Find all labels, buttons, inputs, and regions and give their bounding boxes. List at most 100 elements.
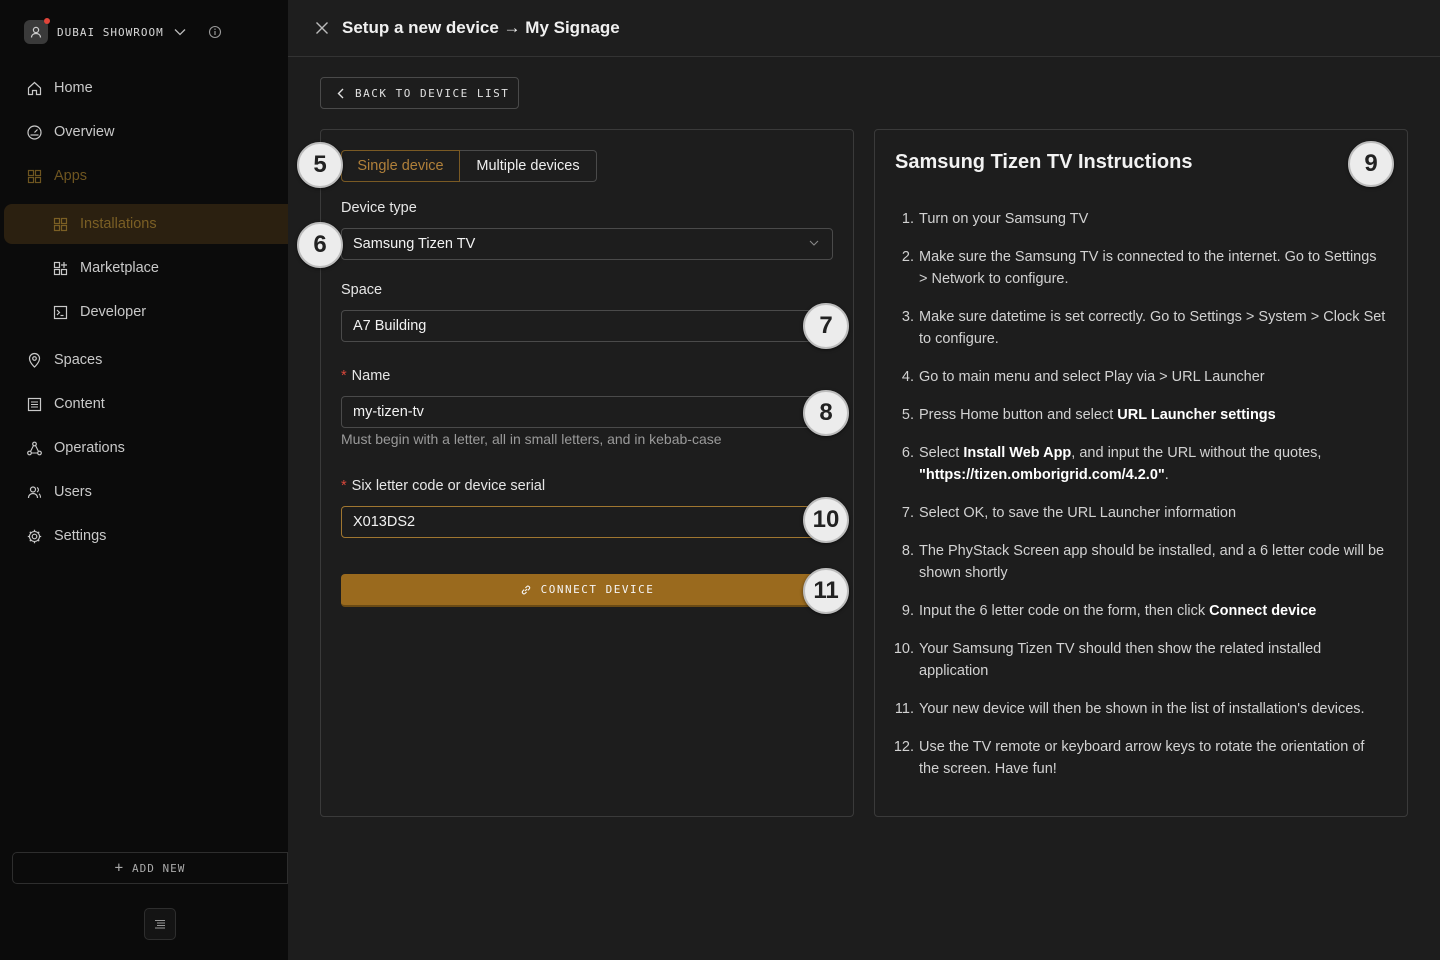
back-button-label: BACK TO DEVICE LIST [355,86,510,100]
grid-plus-icon [53,261,68,275]
nav-settings[interactable]: Settings [26,524,106,548]
user-avatar[interactable] [24,18,50,44]
nav-content[interactable]: Content [26,392,105,416]
code-value: X013DS2 [353,514,416,530]
name-label-text: Name [351,368,391,384]
space-label: Space [341,282,383,298]
step-number: 1. [901,211,914,227]
instruction-step: 8. The PhyStack Screen app should be inst… [888,540,1388,584]
code-label: * Six letter code or device serial [341,478,545,494]
sidebar-toggle-button[interactable] [144,908,176,940]
step-text-part: Make sure datetime is set correctly. Go … [919,309,1386,347]
nav-developer[interactable]: Developer [52,300,146,324]
code-input[interactable]: X013DS2 [341,506,833,538]
nav-marketplace[interactable]: Marketplace [52,256,159,280]
step-number: 8. [901,543,914,559]
instruction-step: 1. Turn on your Samsung TV [888,208,1388,230]
name-label: * Name [341,368,390,384]
add-new-button[interactable]: + ADD NEW [12,852,288,884]
annotation-badge-10: 10 [803,497,849,543]
nav-spaces[interactable]: Spaces [26,348,102,372]
step-text-part: Go to main menu and select Play via > UR… [919,369,1265,385]
instruction-step: 11. Your new device will then be shown in… [888,698,1388,720]
nav-installations-label: Installations [80,216,157,232]
step-text-part: Use the TV remote or keyboard arrow keys… [919,739,1365,777]
chevron-down-icon[interactable] [174,28,186,36]
annotation-badge-8: 8 [803,390,849,436]
step-text-bold: "https://tizen.omborigrid.com/4.2.0" [919,467,1165,483]
info-icon[interactable] [208,25,222,39]
chevron-left-icon [337,88,344,98]
instruction-step: 6. Select Install Web App, and input the … [888,442,1388,486]
nav-installations[interactable]: Installations [52,212,157,236]
nav-users-label: Users [54,484,92,500]
step-text: Make sure the Samsung TV is connected to… [919,246,1388,290]
step-text: Use the TV remote or keyboard arrow keys… [919,736,1388,780]
nav-operations-label: Operations [54,440,125,456]
annotation-badge-5: 5 [297,142,343,188]
step-text-bold: URL Launcher settings [1117,407,1276,423]
nav-marketplace-label: Marketplace [80,260,159,276]
step-number: 11. [894,701,914,717]
step-number: 4. [901,369,914,385]
space-select[interactable]: A7 Building [341,310,833,342]
home-icon [27,81,42,95]
plus-icon: + [114,860,125,876]
step-text-part: . [1164,467,1169,483]
step-text: Make sure datetime is set correctly. Go … [919,306,1388,350]
grid-icon [53,217,68,231]
step-text-part: Press Home button and select [919,407,1118,423]
network-icon [27,441,42,455]
step-number: 9. [901,603,914,619]
list-icon [27,397,42,411]
tab-multiple-devices[interactable]: Multiple devices [460,150,597,182]
step-text-part: Make sure the Samsung TV is connected to… [919,249,1377,287]
step-text-part: , and input the URL without the quotes, [1071,445,1322,461]
tab-single-device[interactable]: Single device [341,150,460,182]
map-pin-icon [28,352,41,368]
step-text: Select OK, to save the URL Launcher info… [919,502,1388,524]
nav-users[interactable]: Users [26,480,92,504]
nav-home-label: Home [54,80,93,96]
nav-apps-label: Apps [54,168,88,184]
terminal-icon [53,305,68,319]
org-switcher[interactable]: DUBAI SHOWROOM [24,18,222,46]
step-text-part: Your new device will then be shown in th… [919,701,1365,717]
notification-dot [44,18,50,24]
name-hint: Must begin with a letter, all in small l… [341,431,722,447]
page-title: Setup a new device → My Signage [342,18,620,37]
instruction-step: 2. Make sure the Samsung TV is connected … [888,246,1388,290]
required-marker: * [341,368,347,384]
device-type-select[interactable]: Samsung Tizen TV [341,228,833,260]
step-number: 12. [893,739,914,755]
close-icon[interactable] [315,21,329,35]
gear-icon [27,529,42,543]
instruction-step: 4. Go to main menu and select Play via > … [888,366,1388,388]
instruction-step: 5. Press Home button and select URL Launc… [888,404,1388,426]
nav-apps[interactable]: Apps [26,164,87,188]
name-input[interactable]: my-tizen-tv [341,396,833,428]
step-text: Input the 6 letter code on the form, the… [919,600,1388,622]
user-icon [30,26,42,38]
users-icon [27,485,42,498]
nav-operations[interactable]: Operations [26,436,125,460]
instruction-step: 12. Use the TV remote or keyboard arrow k… [888,736,1388,780]
step-text-part: Select [919,445,964,461]
step-text: Turn on your Samsung TV [919,208,1388,230]
step-text: The PhyStack Screen app should be instal… [919,540,1388,584]
instruction-step: 3. Make sure datetime is set correctly. G… [888,306,1388,350]
device-mode-tabs: Single device Multiple devices [341,150,597,182]
step-number: 6. [901,445,914,461]
step-text: Your Samsung Tizen TV should then show t… [919,638,1388,682]
chevron-down-icon [809,240,819,246]
back-to-device-list-button[interactable]: BACK TO DEVICE LIST [320,77,519,109]
step-number: 3. [901,309,914,325]
org-name: DUBAI SHOWROOM [57,25,164,39]
nav-home[interactable]: Home [26,76,93,100]
device-type-label: Device type [341,200,417,216]
nav-overview[interactable]: Overview [26,120,114,144]
instruction-step: 7. Select OK, to save the URL Launcher in… [888,502,1388,524]
instructions-title: Samsung Tizen TV Instructions [895,151,1193,173]
step-number: 2. [901,249,914,265]
connect-device-button[interactable]: CONNECT DEVICE [341,574,833,607]
